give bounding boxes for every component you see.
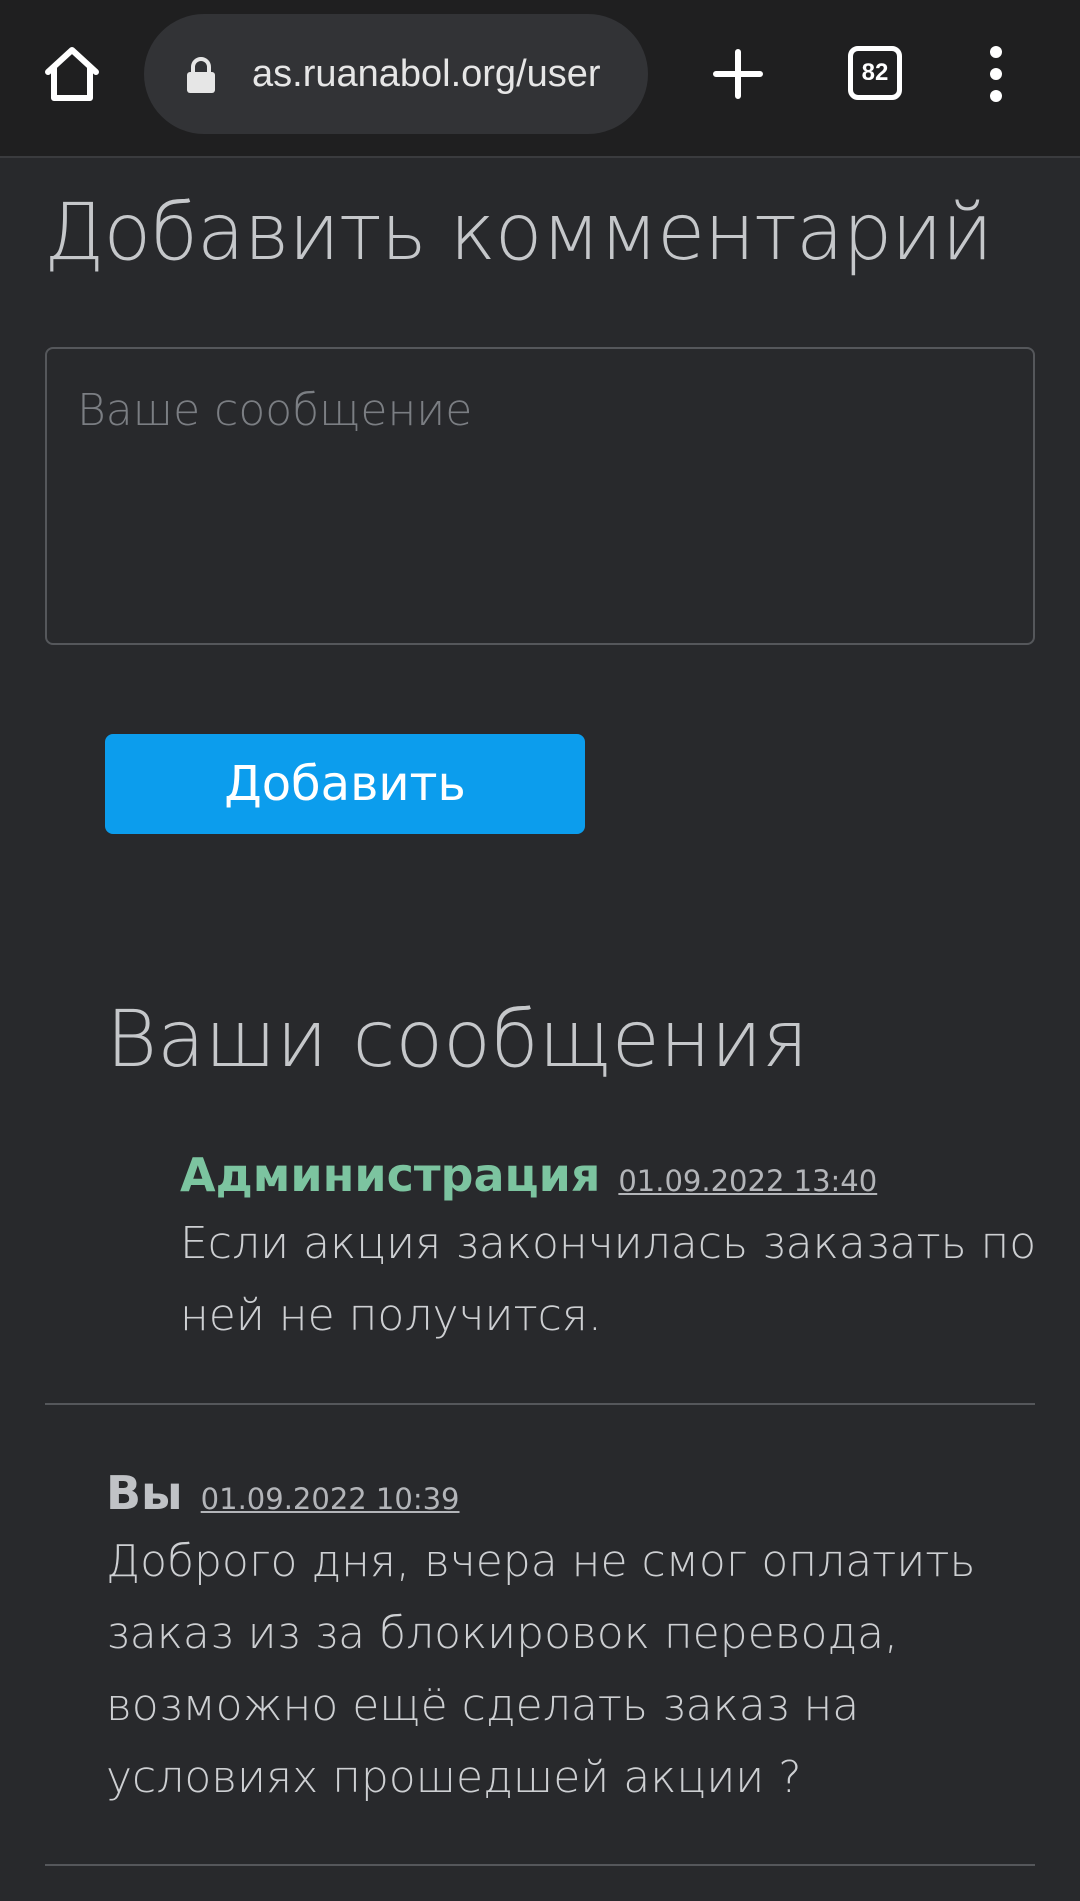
message-header: Администрация 01.09.2022 13:40 [180, 1148, 1050, 1202]
url-text: as.ruanabol.org/user [252, 53, 601, 95]
new-tab-button[interactable] [708, 44, 768, 104]
browser-toolbar: as.ruanabol.org/user 82 [0, 0, 1080, 158]
home-button[interactable] [38, 40, 106, 108]
message-date-link[interactable]: 01.09.2022 10:39 [201, 1482, 460, 1516]
message-header: Вы 01.09.2022 10:39 [106, 1466, 1036, 1520]
message-text: Если акция закончилась заказать по ней н… [180, 1218, 1037, 1341]
divider [45, 1864, 1035, 1866]
message-date-link[interactable]: 01.09.2022 13:40 [618, 1164, 877, 1198]
divider [45, 1403, 1035, 1405]
messages-title: Ваши сообщения [106, 995, 809, 1085]
more-vert-icon[interactable] [978, 44, 1014, 104]
message-item: Администрация 01.09.2022 13:40 Если акци… [180, 1148, 1050, 1352]
home-icon [45, 47, 99, 101]
add-comment-button[interactable]: Добавить [105, 734, 585, 834]
address-bar[interactable]: as.ruanabol.org/user [144, 14, 648, 134]
message-item: Вы 01.09.2022 10:39 Доброго дня, вчера н… [106, 1466, 1036, 1814]
message-author: Вы [106, 1466, 183, 1520]
tab-switcher-button[interactable]: 82 [848, 46, 902, 100]
message-text: Доброго дня, вчера не смог оплатить зака… [106, 1536, 976, 1803]
add-comment-title: Добавить комментарий [44, 188, 993, 278]
lock-icon [187, 57, 215, 93]
tab-count: 82 [861, 59, 889, 86]
message-input[interactable] [45, 347, 1035, 645]
message-author: Администрация [180, 1148, 601, 1202]
